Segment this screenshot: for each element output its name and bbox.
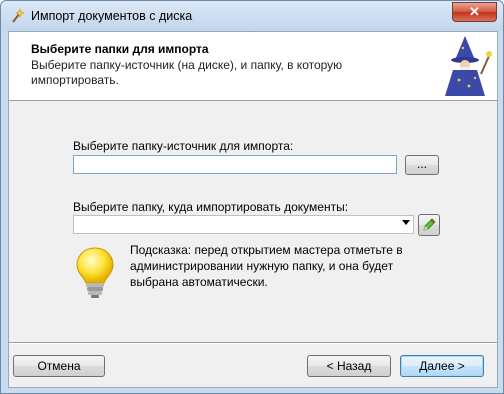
wizard-icon: [445, 36, 492, 96]
hint-text: Подсказка: перед открытием мастера отмет…: [130, 243, 403, 289]
window-title: Импорт документов с диска: [31, 9, 193, 23]
wizard-window: Импорт документов с диска ✕ Выберите пап…: [0, 0, 504, 394]
cancel-button[interactable]: Отмена: [13, 355, 105, 377]
source-folder-label: Выберите папку-источник для импорта:: [73, 139, 294, 153]
footer-divider: [9, 342, 497, 344]
browse-button[interactable]: ...: [405, 155, 439, 175]
back-button-label: < Назад: [326, 359, 372, 373]
pencil-icon: [423, 218, 436, 231]
title-bar[interactable]: Импорт документов с диска ✕: [1, 1, 503, 31]
cancel-button-label: Отмена: [37, 359, 81, 373]
edit-folder-button[interactable]: [418, 214, 440, 236]
back-button[interactable]: < Назад: [307, 355, 391, 377]
chevron-down-icon[interactable]: [402, 220, 410, 225]
lightbulb-icon: [76, 247, 114, 298]
wizard-header: Выберите папки для импорта Выберите папк…: [9, 32, 497, 101]
target-folder-label: Выберите папку, куда импортировать докум…: [73, 200, 349, 214]
wand-icon: [12, 8, 25, 23]
next-button-label: Далее >: [419, 359, 465, 373]
next-button[interactable]: Далее >: [400, 355, 484, 377]
page-title: Выберите папки для импорта: [31, 42, 209, 56]
source-folder-input[interactable]: [73, 155, 397, 174]
target-folder-dropdown[interactable]: [73, 215, 414, 234]
close-button[interactable]: ✕: [452, 2, 497, 22]
browse-button-label: ...: [416, 157, 427, 171]
page-subtitle: Выберите папку-источник (на диске), и па…: [31, 58, 343, 87]
wizard-body: Выберите папки для импорта Выберите папк…: [8, 31, 498, 388]
